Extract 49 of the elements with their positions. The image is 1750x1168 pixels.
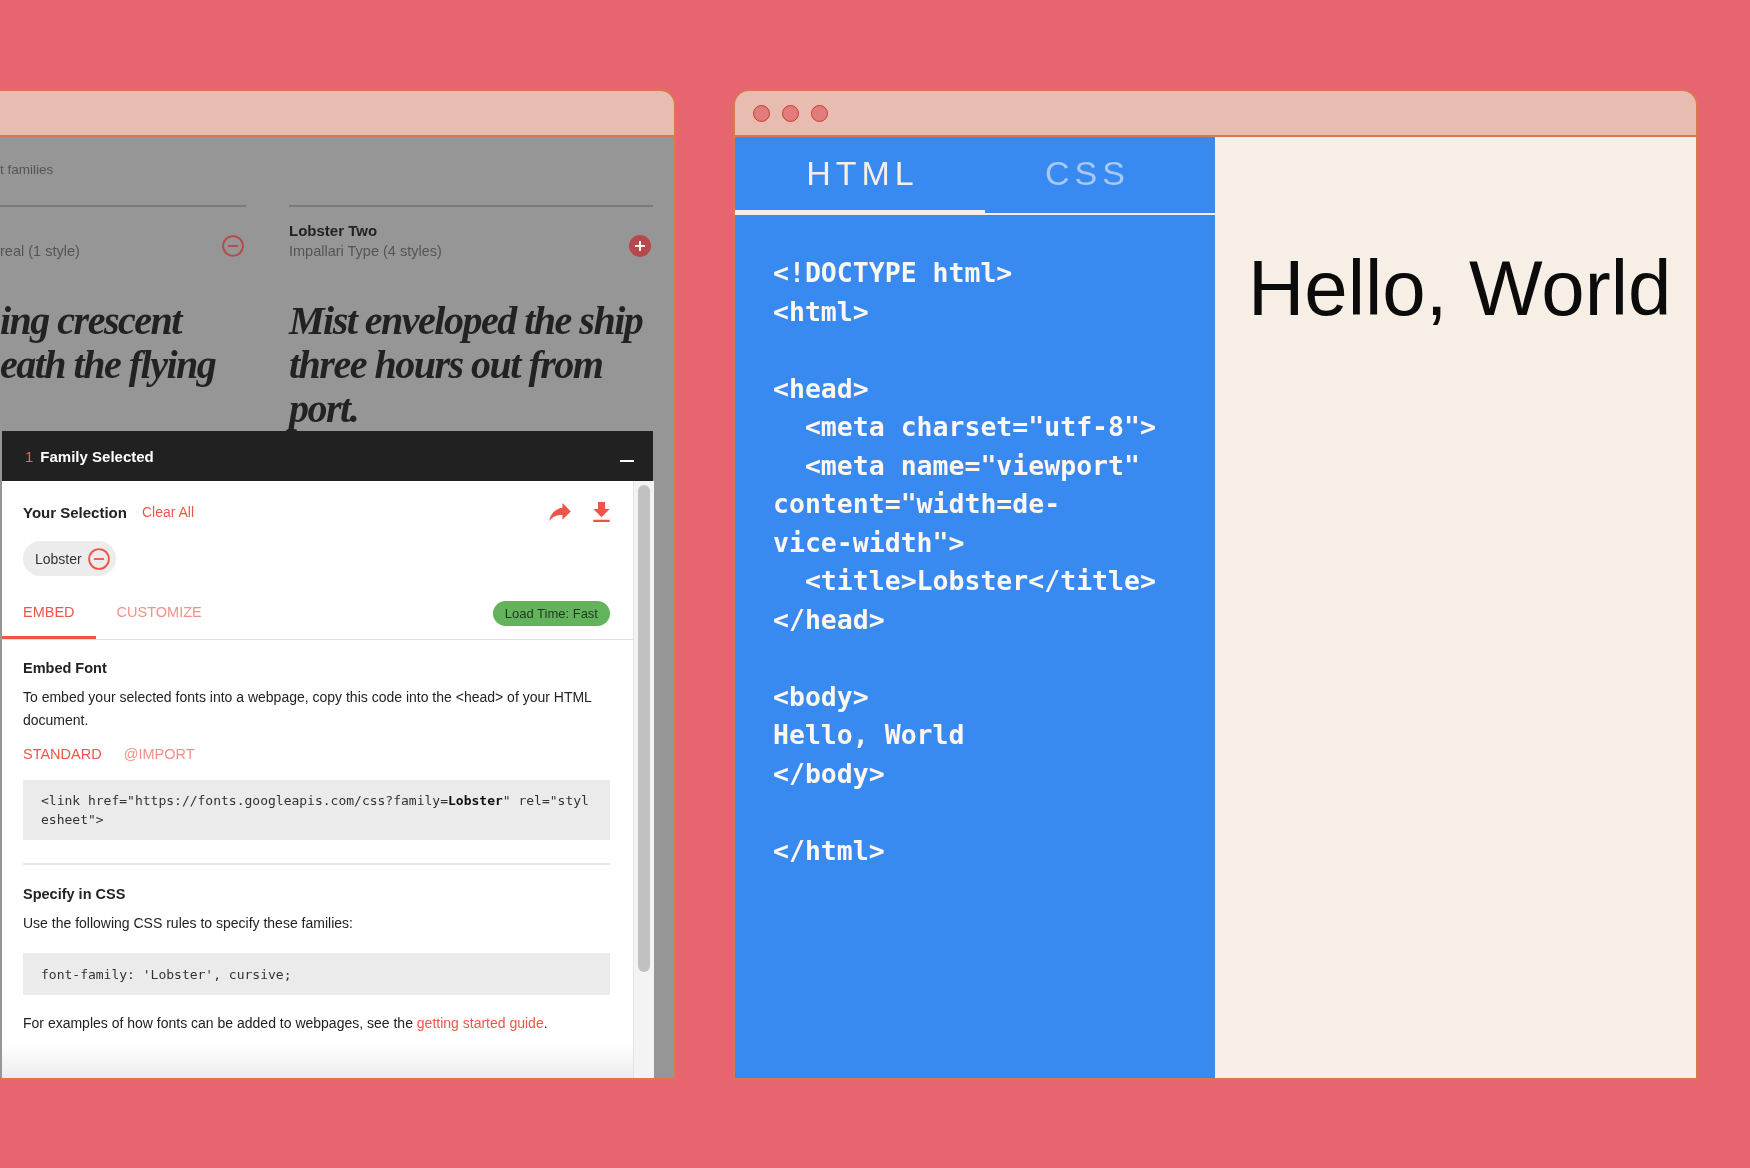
drawer-tab[interactable]: EMBED (2, 588, 96, 639)
code-line: <meta charset="utf-8"> (803, 410, 1157, 444)
font-chip[interactable]: Lobster (23, 541, 116, 576)
selection-count: 1 (25, 447, 34, 465)
code-line: content="width=de- (773, 487, 1062, 521)
getting-started-link[interactable]: getting started guide (416, 1015, 544, 1031)
code-line: <meta name="viewport" (803, 448, 1141, 483)
section-description: Use the following CSS rules to specify these families: (23, 914, 354, 933)
code-snippet: <link href="https://fonts.googleapis.com/css?family=Lobster" rel="stylesheet"> (23, 780, 610, 840)
window-control-icon[interactable] (782, 104, 799, 122)
embed-method-tab[interactable]: @IMPORT (123, 743, 195, 765)
section-heading: t families (0, 161, 55, 179)
section-description: To embed your selected fonts into a webpage, copy this code into the <head> of your HTML document. (23, 688, 593, 730)
section-title: Specify in CSS (23, 885, 127, 904)
drawer-tab[interactable]: CUSTOMIZE (95, 588, 223, 639)
code-snippet: font-family: 'Lobster', cursive; (23, 953, 610, 995)
code-line: Hello, World (773, 718, 966, 752)
editor-tab[interactable]: HTML (735, 137, 985, 215)
code-line: <!DOCTYPE html> (773, 256, 1014, 290)
font-details: real (1 style) (0, 242, 80, 261)
selection-label: Your Selection (23, 503, 127, 521)
code-line: </body> (773, 756, 886, 791)
share-icon[interactable] (549, 503, 571, 521)
window-control-icon[interactable] (753, 104, 770, 122)
window-control-icon[interactable] (811, 104, 828, 122)
font-sample-text: eath the flying (0, 343, 217, 387)
editor-tab[interactable]: CSS (985, 137, 1185, 215)
code-line: <body> (773, 679, 870, 714)
plus-circle-icon[interactable] (629, 235, 651, 257)
clear-all-link[interactable]: Clear All (141, 504, 195, 520)
code-line: </head> (773, 602, 886, 637)
load-time-badge: Load Time: Fast (492, 601, 610, 626)
code-line: <head> (773, 371, 870, 406)
minus-circle-icon[interactable] (222, 235, 244, 257)
embed-method-tab[interactable]: STANDARD (23, 743, 102, 765)
font-sample-text: ing crescent (0, 299, 184, 343)
code-line: vice-width"> (773, 525, 966, 560)
font-name: Lobster Two (289, 221, 379, 241)
preview-heading: Hello, World (1248, 249, 1673, 327)
font-details: Impallari Type (4 styles) (289, 242, 442, 261)
section-title: Embed Font (23, 659, 108, 678)
code-line: <html> (773, 294, 870, 329)
code-line: </html> (773, 833, 886, 868)
help-note: For examples of how fonts can be added to webpages, see the getting started guide. (23, 1014, 549, 1033)
download-icon[interactable] (593, 502, 610, 522)
minus-circle-icon[interactable] (87, 547, 110, 570)
scrollbar-thumb[interactable] (638, 485, 650, 972)
drawer-title: Family Selected (40, 447, 154, 465)
code-line: <title>Lobster</title> (803, 564, 1157, 598)
